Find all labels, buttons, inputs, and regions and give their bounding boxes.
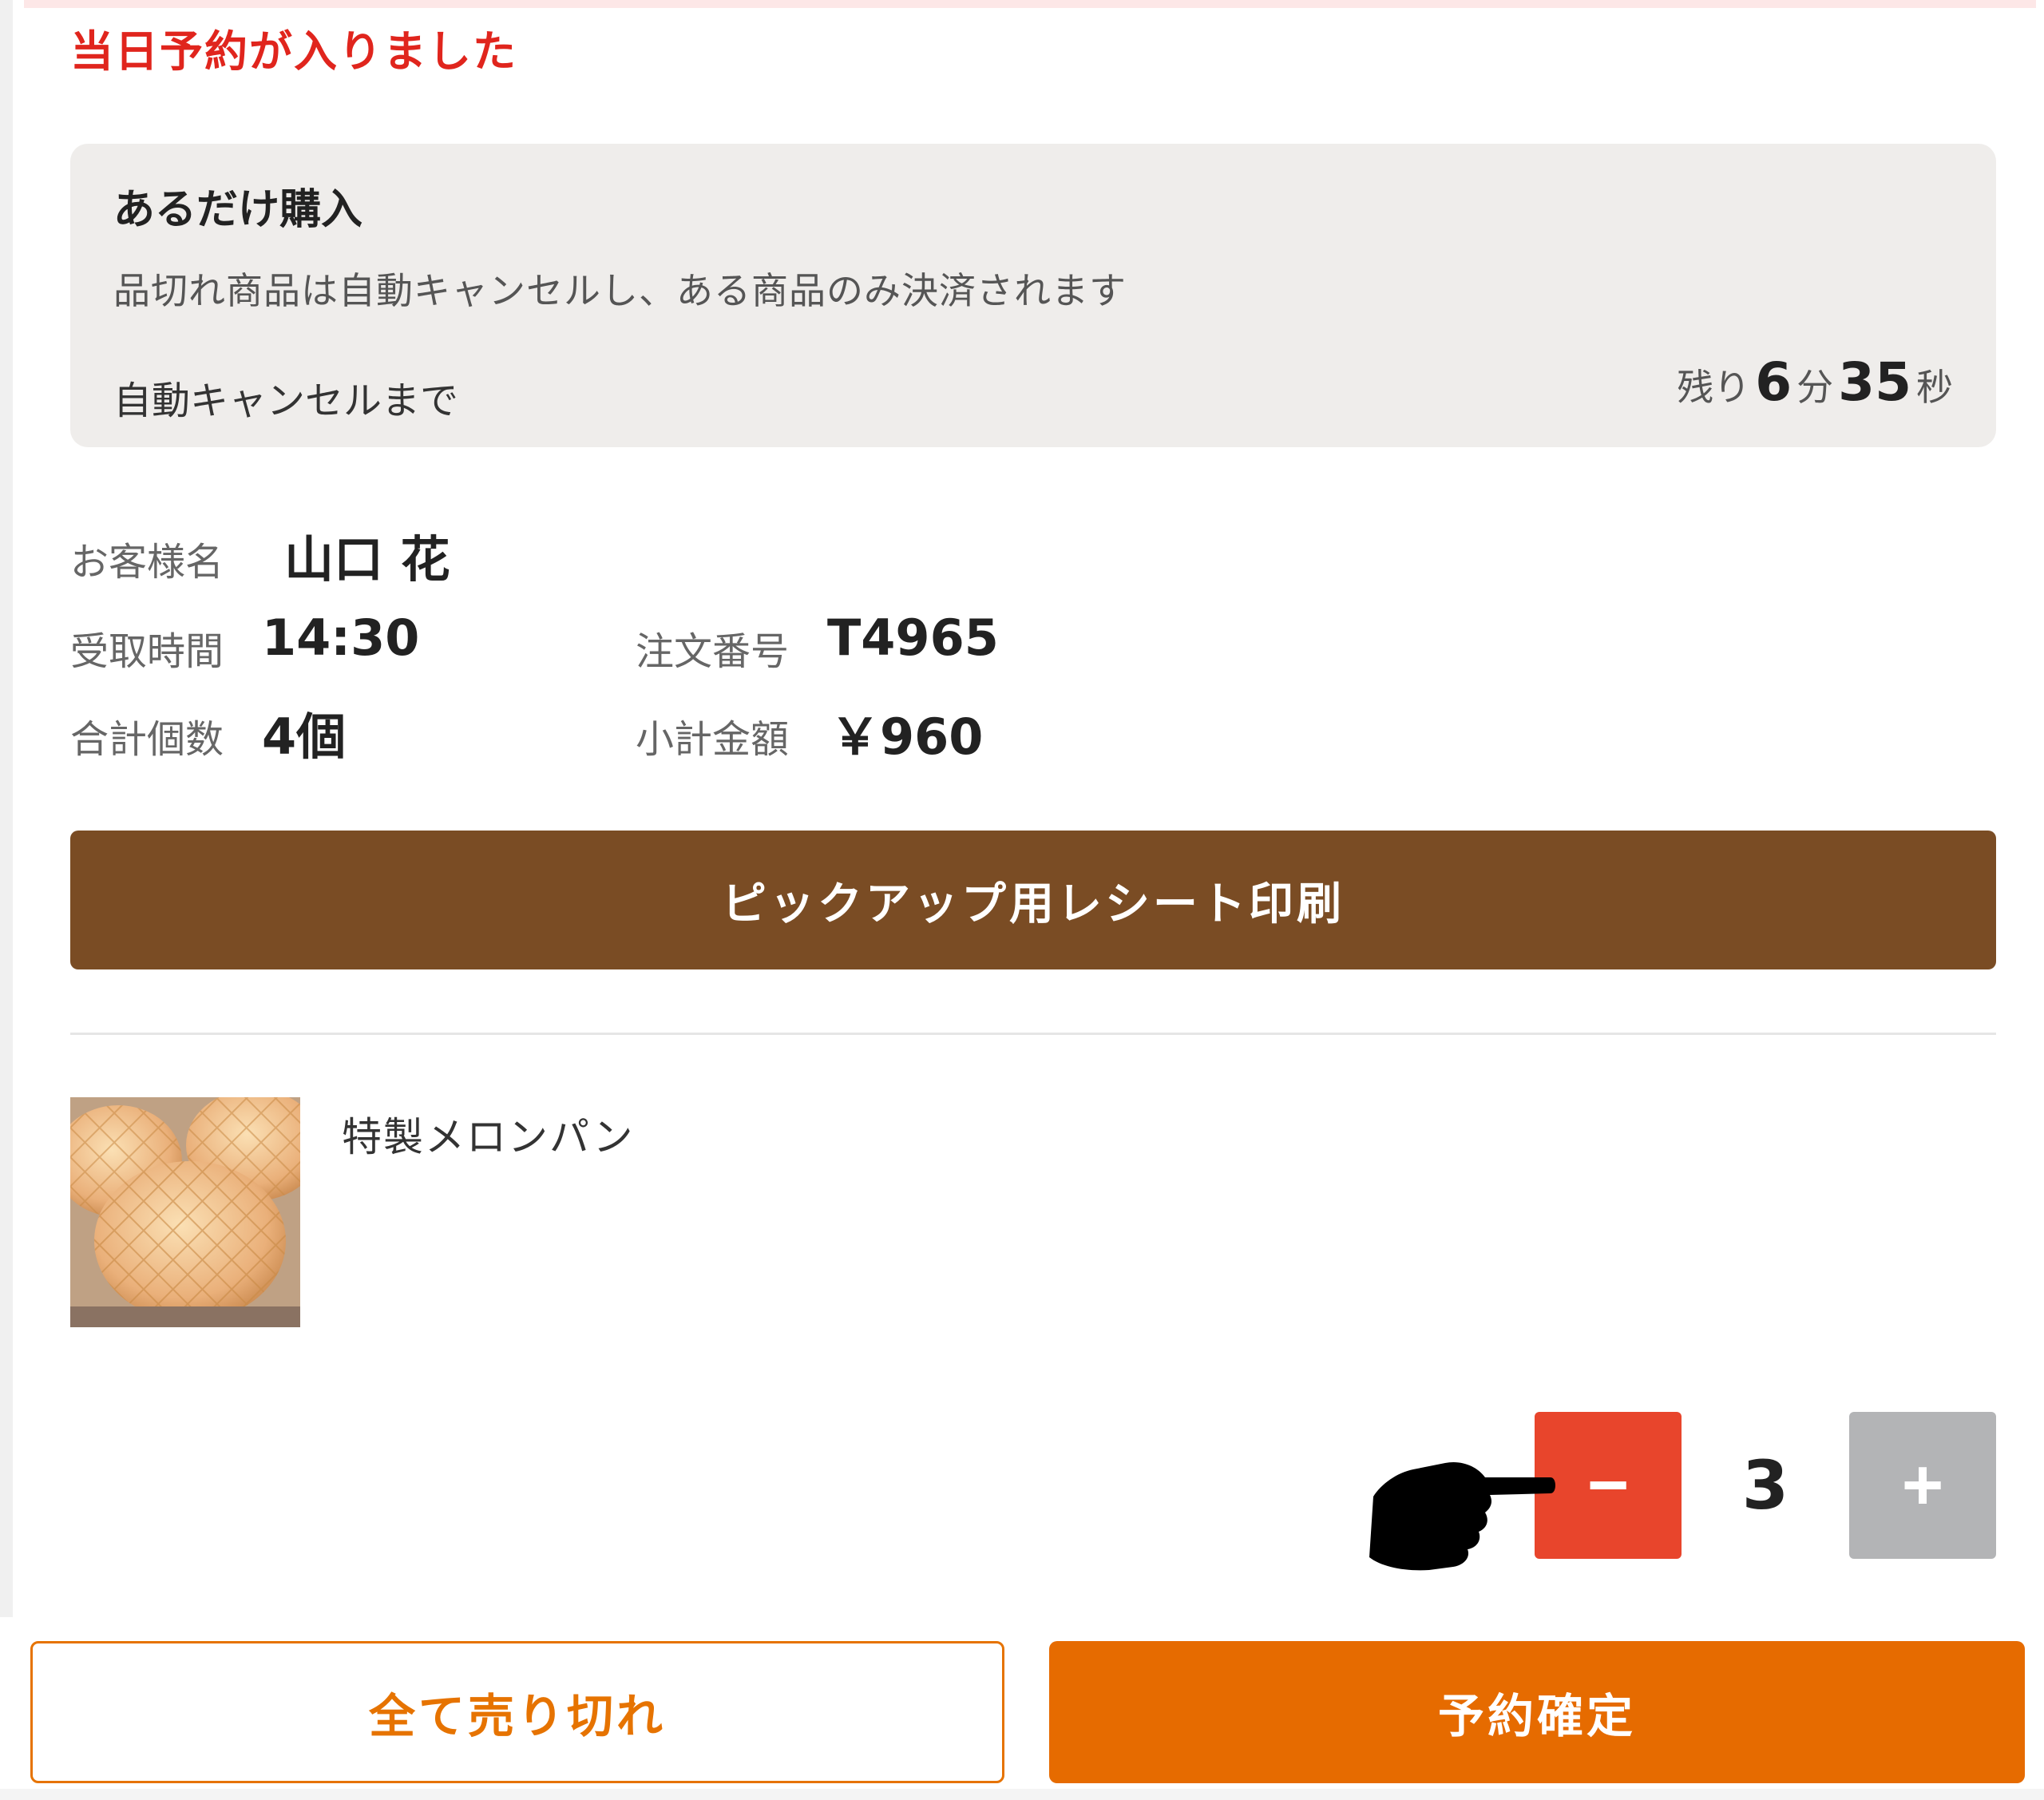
pickup-time: 14:30 — [262, 609, 420, 667]
print-receipt-button[interactable]: ピックアップ用レシート印刷 — [70, 831, 1996, 969]
total-quantity-label: 合計個数 — [70, 717, 224, 762]
order-number: T4965 — [827, 609, 999, 667]
melon-bread-photo — [70, 1097, 300, 1327]
subtotal-amount: ￥960 — [830, 708, 984, 766]
product-image — [70, 1097, 300, 1327]
order-number-label: 注文番号 — [636, 629, 790, 674]
product-name: 特製メロンパン — [342, 1114, 635, 1160]
countdown-timer: 残り6 分35 秒 — [1677, 351, 1953, 413]
new-reservation-alert: 当日予約が入りました — [70, 26, 517, 77]
quantity-value: 3 — [1741, 1446, 1789, 1524]
countdown-prefix: 残り — [1677, 366, 1751, 409]
countdown-seconds: 35 — [1838, 351, 1911, 413]
total-quantity: 4個 — [262, 708, 347, 766]
notice-description: 品切れ商品は自動キャンセルし、ある商品のみ決済されます — [113, 269, 1127, 312]
plus-icon: + — [1901, 1445, 1944, 1525]
bottom-edge — [0, 1789, 2044, 1800]
countdown-minutes-unit: 分 — [1796, 366, 1834, 409]
section-divider — [70, 1033, 1996, 1035]
subtotal-label: 小計金額 — [636, 717, 790, 762]
customer-name-label: お客様名 — [70, 540, 224, 585]
auto-cancel-label: 自動キャンセルまで — [113, 379, 459, 423]
all-sold-out-button[interactable]: 全て売り切れ — [30, 1641, 1004, 1783]
confirm-reservation-button[interactable]: 予約確定 — [1049, 1641, 2025, 1783]
top-banner-edge — [24, 0, 2036, 8]
auto-cancel-notice: あるだけ購入 品切れ商品は自動キャンセルし、ある商品のみ決済されます 自動キャン… — [70, 144, 1996, 447]
increase-quantity-button[interactable]: + — [1849, 1412, 1996, 1559]
notice-title: あるだけ購入 — [113, 186, 363, 234]
pointing-hand-icon — [1369, 1461, 1555, 1571]
left-edge — [0, 0, 13, 1617]
pickup-time-label: 受取時間 — [70, 629, 224, 674]
minus-icon: − — [1586, 1445, 1630, 1525]
countdown-minutes: 6 — [1755, 351, 1792, 413]
customer-name: 山口 花 — [284, 530, 450, 589]
countdown-seconds-unit: 秒 — [1916, 366, 1953, 409]
